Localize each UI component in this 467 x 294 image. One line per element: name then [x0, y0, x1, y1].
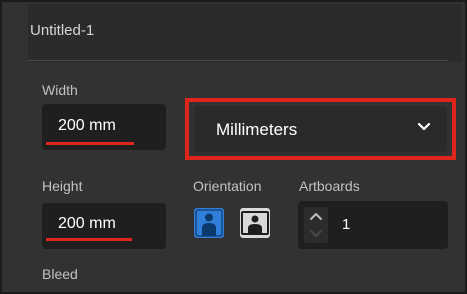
document-name[interactable]: Untitled-1 [30, 22, 94, 39]
units-selected-value: Millimeters [216, 120, 298, 139]
height-input[interactable]: 200 mm [42, 203, 166, 249]
landscape-orientation-button[interactable] [240, 208, 270, 238]
height-value: 200 mm [58, 215, 116, 232]
width-annotation-underline [46, 142, 134, 145]
width-label: Width [42, 82, 78, 98]
height-annotation-underline [46, 238, 132, 241]
orientation-label: Orientation [193, 178, 262, 194]
divider [28, 60, 448, 61]
artboards-stepper[interactable]: 1 [298, 201, 448, 249]
artboards-label: Artboards [299, 178, 360, 194]
portrait-orientation-button[interactable] [194, 208, 224, 238]
units-dropdown[interactable]: Millimeters [194, 106, 447, 152]
width-value: 200 mm [58, 117, 116, 134]
new-document-panel: Untitled-1 Width 200 mm Millimeters Heig… [0, 0, 467, 294]
artboards-value: 1 [342, 216, 351, 233]
height-label: Height [42, 178, 83, 194]
stepper-arrows-icon[interactable] [304, 207, 328, 243]
chevron-down-icon[interactable] [417, 122, 431, 132]
portrait-person-icon [195, 209, 223, 237]
stepper-arrows[interactable] [304, 207, 328, 243]
bleed-label: Bleed [42, 266, 78, 282]
landscape-person-icon [241, 211, 269, 235]
